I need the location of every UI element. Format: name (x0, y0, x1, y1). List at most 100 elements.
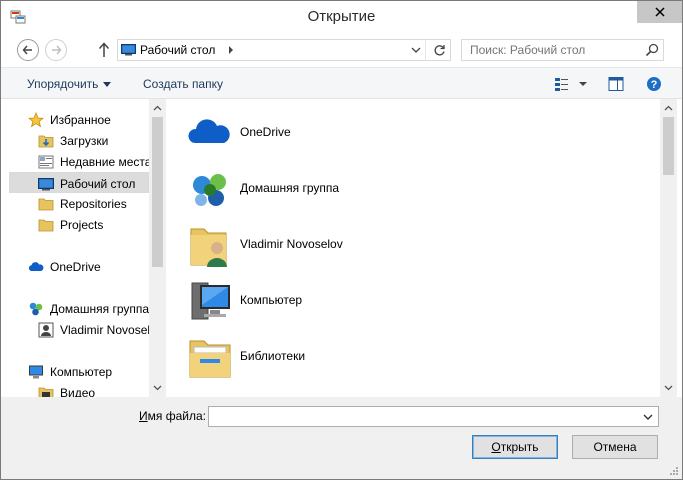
close-icon (654, 7, 665, 17)
nav-item-label: Загрузки (60, 134, 109, 148)
file-list-scroll-thumb[interactable] (663, 117, 674, 175)
filename-combobox[interactable] (208, 406, 659, 427)
computer-icon (29, 365, 43, 379)
filename-label: Имя файла: (139, 409, 206, 423)
up-arrow-icon[interactable] (97, 41, 111, 59)
file-item-homegroup[interactable]: Домашняя группа (182, 161, 482, 213)
nav-item-label: Избранное (50, 113, 111, 127)
help-icon[interactable]: ? (646, 76, 662, 92)
svg-text:?: ? (651, 79, 658, 91)
cancel-button[interactable]: Отмена (572, 435, 658, 459)
close-button[interactable] (637, 1, 682, 23)
nav-item-label: Недавние места (60, 155, 149, 169)
nav-item-projects[interactable]: Projects (1, 214, 149, 235)
view-options-icon[interactable] (554, 76, 588, 92)
nav-item-homegroup[interactable]: Домашняя группа (1, 298, 149, 319)
file-item-onedrive[interactable]: OneDrive (182, 105, 482, 157)
nav-item-computer[interactable]: Компьютер (1, 361, 149, 382)
file-item-user-folder[interactable]: Vladimir Novoselov (182, 217, 482, 269)
chevron-down-icon (411, 47, 420, 53)
nav-item-label: Рабочий стол (60, 177, 136, 191)
file-item-libraries[interactable]: Библиотеки (182, 329, 482, 381)
homegroup-icon (29, 302, 43, 316)
navigation-bar: Рабочий стол (1, 33, 682, 67)
desktop-icon (38, 178, 54, 191)
nav-item-desktop[interactable]: Рабочий стол (9, 172, 149, 193)
window-title: Открытие (307, 8, 376, 25)
nav-item-favorites[interactable]: Избранное (1, 109, 149, 130)
command-bar: Упорядочить Создать папку ? (1, 67, 682, 99)
new-folder-button[interactable]: Создать папку (143, 77, 223, 91)
onedrive-icon (188, 119, 230, 143)
scroll-down-icon[interactable] (153, 385, 162, 391)
file-item-network[interactable] (182, 385, 482, 397)
nav-item-recent-places[interactable]: Недавние места (1, 151, 149, 172)
onedrive-icon (28, 262, 44, 271)
computer-icon (191, 282, 230, 320)
nav-item-repositories[interactable]: Repositories (1, 193, 149, 214)
libraries-icon (189, 340, 231, 378)
search-icon[interactable] (645, 43, 659, 57)
nav-item-label: Vladimir Novoselov (60, 323, 149, 337)
navigation-pane[interactable]: Избранное Загрузки Недавние места Рабочи… (1, 99, 166, 397)
open-file-dialog: Открытие Рабочий стол Поиск: Рабочий сто… (0, 0, 683, 480)
nav-item-label: Домашняя группа (50, 302, 149, 316)
search-box[interactable] (461, 39, 664, 61)
breadcrumb-chevron-icon[interactable] (226, 44, 236, 56)
refresh-button[interactable] (427, 40, 451, 60)
scroll-up-icon[interactable] (153, 105, 162, 111)
chevron-down-icon (643, 414, 653, 420)
nav-item-label: Projects (60, 218, 104, 232)
preview-pane-icon[interactable] (608, 76, 624, 92)
filename-input[interactable] (209, 407, 637, 426)
title-bar: Открытие (1, 1, 682, 33)
file-list-scrollbar[interactable] (660, 99, 677, 397)
caret-down-icon (103, 82, 112, 88)
recent-places-icon (38, 155, 54, 169)
downloads-folder-icon (38, 135, 54, 148)
filename-label-accelerator: И (139, 409, 148, 423)
nav-item-label: Компьютер (50, 365, 113, 379)
filename-label-text: мя файла: (147, 409, 206, 423)
file-item-label: Библиотеки (240, 349, 306, 363)
open-button[interactable]: Открыть (472, 435, 558, 459)
search-input[interactable] (462, 40, 642, 60)
open-accelerator: О (491, 440, 501, 454)
refresh-icon (434, 44, 445, 55)
resize-grip-icon[interactable] (668, 465, 678, 475)
nav-item-label: Видео (60, 386, 96, 397)
nav-pane-scroll-thumb[interactable] (152, 117, 163, 267)
nav-item-label: OneDrive (50, 260, 101, 274)
file-item-label: OneDrive (240, 125, 291, 139)
back-button[interactable] (17, 39, 39, 61)
folder-icon (38, 198, 54, 211)
user-icon (38, 322, 54, 338)
address-history-dropdown[interactable] (406, 40, 426, 60)
organize-label: Упорядочить (27, 77, 99, 91)
address-bar[interactable]: Рабочий стол (117, 39, 451, 61)
bottom-panel: Имя файла: Открыть Отмена (1, 397, 682, 479)
globe-icon (186, 389, 234, 397)
file-item-label: Vladimir Novoselov (240, 237, 343, 251)
video-folder-icon (38, 387, 54, 397)
forward-button[interactable] (45, 39, 67, 61)
file-item-computer[interactable]: Компьютер (182, 273, 482, 325)
open-label: ткрыть (500, 440, 539, 454)
filename-dropdown-button[interactable] (638, 407, 658, 426)
organize-button[interactable]: Упорядочить (27, 77, 112, 91)
file-item-label: Домашняя группа (240, 181, 340, 195)
file-item-label: Компьютер (240, 293, 303, 307)
file-list[interactable]: OneDrive Домашняя группа Vladimir Novose… (166, 99, 682, 397)
nav-item-downloads[interactable]: Загрузки (1, 130, 149, 151)
nav-item-onedrive[interactable]: OneDrive (1, 256, 149, 277)
back-arrow-icon (22, 45, 32, 55)
user-folder-icon (190, 228, 227, 267)
nav-item-video[interactable]: Видео (1, 382, 149, 397)
nav-pane-scrollbar[interactable] (149, 99, 166, 397)
folder-icon (38, 219, 54, 232)
star-icon (28, 112, 44, 128)
scroll-up-icon[interactable] (664, 105, 673, 111)
nav-item-user[interactable]: Vladimir Novoselov (1, 319, 149, 340)
address-location: Рабочий стол (140, 43, 216, 57)
scroll-down-icon[interactable] (664, 385, 673, 391)
